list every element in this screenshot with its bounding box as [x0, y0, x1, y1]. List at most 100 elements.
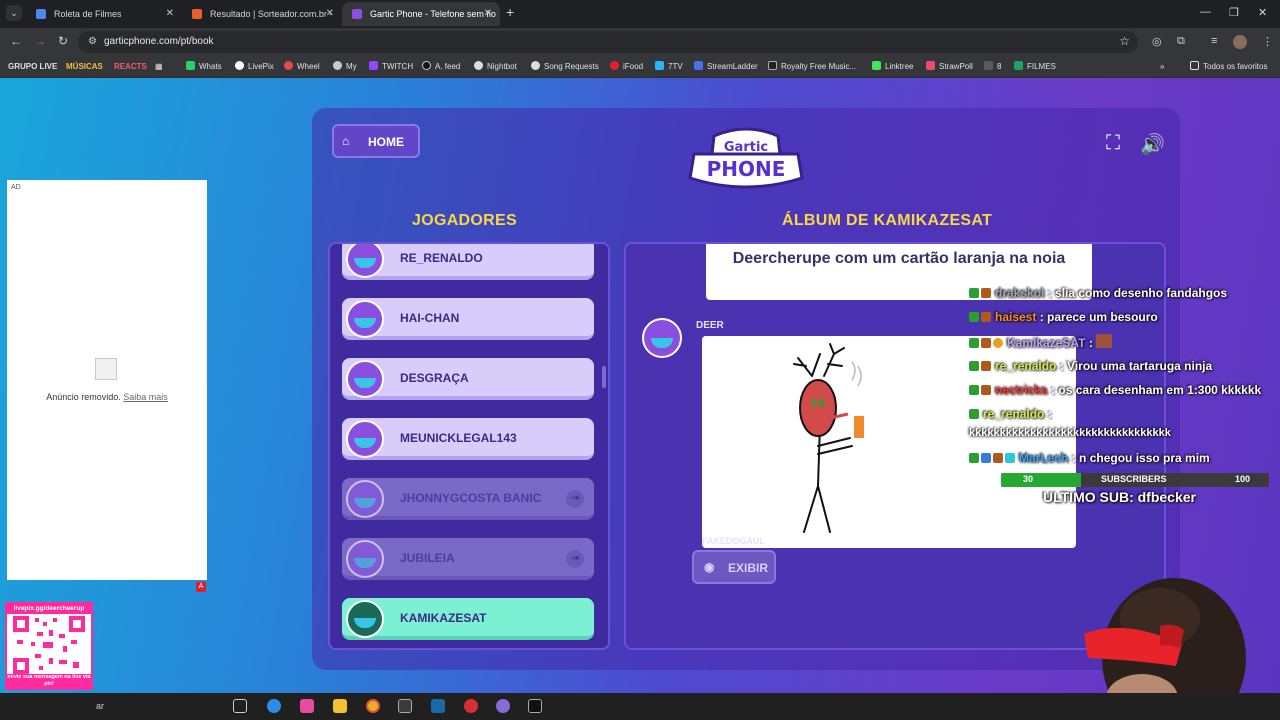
steam-icon[interactable]: [431, 699, 445, 713]
recording-app-icon[interactable]: [464, 699, 478, 713]
bookmark-ifood[interactable]: iFood: [610, 56, 643, 78]
back-icon[interactable]: ←: [10, 34, 22, 48]
home-icon: ⌂: [342, 134, 350, 148]
profile-avatar[interactable]: [1233, 35, 1247, 49]
extensions-puzzle-icon[interactable]: ⧉: [1177, 35, 1185, 48]
bookmark-musicas[interactable]: MÚSICAS: [66, 56, 103, 78]
bookmark-label: StrawPoll: [939, 62, 973, 71]
minimize-icon[interactable]: —: [1200, 6, 1211, 18]
reload-icon[interactable]: ↻: [58, 34, 68, 48]
bookmark-label: TWITCH: [382, 62, 414, 71]
players-scrollbar[interactable]: [602, 366, 606, 388]
chat-user: haisest: [995, 310, 1037, 324]
bookmark-afeed[interactable]: A. feed: [422, 56, 460, 78]
bookmark-twitch[interactable]: TWITCH: [369, 56, 413, 78]
chat-user: MarLech: [1019, 451, 1069, 465]
player-item-current[interactable]: KAMIKAZESAT: [342, 598, 594, 640]
player-name: HAI-CHAN: [400, 311, 460, 325]
player-avatar: [346, 420, 384, 458]
terminal-icon[interactable]: [528, 699, 542, 713]
bookmark-filmes[interactable]: FILMES: [1014, 56, 1056, 78]
close-window-icon[interactable]: ✕: [1258, 6, 1267, 19]
player-item[interactable]: JHONNYGCOSTA BANIC ⇥: [342, 478, 594, 520]
subscriber-badge-icon: [969, 288, 979, 298]
bookmark-nightbot[interactable]: Nightbot: [474, 56, 517, 78]
qr-url: livepix.gg/deercheerup: [7, 604, 91, 614]
bookmark-7tv[interactable]: 7TV: [655, 56, 683, 78]
ifood-icon: [610, 61, 619, 70]
apps-grid-icon[interactable]: ▦: [155, 56, 163, 78]
taskbar-search[interactable]: ar: [96, 698, 216, 715]
tab-roleta[interactable]: Roleta de Filmes ✕: [26, 2, 182, 26]
reading-list-icon[interactable]: ≡: [1211, 35, 1217, 47]
player-name: DESGRAÇA: [400, 371, 469, 385]
bookmark-star-icon[interactable]: ☆: [1119, 34, 1130, 48]
player-item[interactable]: HAI-CHAN: [342, 298, 594, 340]
bookmark-8[interactable]: 8: [984, 56, 1001, 78]
exit-icon: ⇥: [566, 550, 584, 568]
home-button[interactable]: ⌂ HOME: [332, 124, 420, 158]
close-tab-icon[interactable]: ✕: [484, 2, 492, 26]
restore-icon[interactable]: ❐: [1229, 6, 1239, 19]
bookmark-linktree[interactable]: Linktree: [872, 56, 913, 78]
edge-icon[interactable]: [267, 699, 281, 713]
subscriber-badge-icon: [969, 338, 979, 348]
close-tab-icon[interactable]: ✕: [166, 2, 174, 26]
chat-message: MarLech : n chegou isso pra mim: [969, 451, 1210, 465]
subscriber-goal-bar: 30 SUBSCRIBERS 100: [1001, 473, 1269, 487]
task-view-icon[interactable]: [233, 699, 247, 713]
bookmark-livepix[interactable]: LivePix: [235, 56, 274, 78]
show-button[interactable]: ◉ EXIBIR: [692, 550, 776, 584]
tab-search-icon[interactable]: ⌄: [6, 5, 22, 21]
strawpoll-icon: [926, 61, 935, 70]
fullscreen-icon[interactable]: ⛶: [1106, 132, 1120, 155]
subscriber-goal-fill: [1001, 473, 1082, 487]
forward-icon[interactable]: →: [34, 34, 46, 48]
player-item[interactable]: DESGRAÇA: [342, 358, 594, 400]
tab-gartic[interactable]: Gartic Phone - Telefone sem fio ✕: [342, 2, 500, 26]
bookmark-reacts[interactable]: REACTS: [114, 56, 147, 78]
bookmark-whats[interactable]: Whats: [186, 56, 222, 78]
player-item[interactable]: MEUNICKLEGAL143: [342, 418, 594, 460]
bookmark-wheel[interactable]: Wheel: [284, 56, 320, 78]
player-item[interactable]: JUBILEIA ⇥: [342, 538, 594, 580]
more-bookmarks-icon[interactable]: »: [1160, 56, 1164, 78]
chrome-icon[interactable]: [366, 699, 380, 713]
bookmark-grupo-live[interactable]: GRUPO LIVE: [8, 56, 57, 78]
bookmark-streamladder[interactable]: StreamLadder: [694, 56, 758, 78]
adchoices-icon[interactable]: A: [196, 582, 206, 592]
chat-user: re_renaldo: [983, 407, 1045, 421]
file-explorer-icon[interactable]: [333, 699, 347, 713]
bookmark-label: 8: [997, 62, 1002, 71]
bookmark-my[interactable]: My: [333, 56, 357, 78]
site-info-icon[interactable]: ⚙: [88, 36, 97, 47]
player-item[interactable]: RE_RENALDO: [342, 244, 594, 280]
bookmark-label: Nightbot: [487, 62, 517, 71]
chat-text: : Virou uma tartaruga ninja: [1059, 359, 1213, 373]
home-label: HOME: [368, 135, 404, 149]
chrome-menu-icon[interactable]: ⋮: [1262, 35, 1273, 48]
close-tab-icon[interactable]: ✕: [326, 2, 334, 26]
obs-icon[interactable]: [398, 699, 412, 713]
tab-sorteador[interactable]: Resultado | Sorteador.com.br - ✕: [182, 2, 342, 26]
player-avatar: [346, 480, 384, 518]
bookmark-strawpoll[interactable]: StrawPoll: [926, 56, 973, 78]
ad-removed-message: Anúncio removido. Saiba mais: [7, 392, 207, 402]
player-name: KAMIKAZESAT: [400, 611, 487, 625]
players-list[interactable]: RE_RENALDO HAI-CHAN DESGRAÇA MEUNICKLEGA…: [328, 242, 610, 650]
bookmark-royalty-free[interactable]: Royalty Free Music...: [768, 56, 856, 78]
bookmark-label: Song Requests: [544, 62, 599, 71]
twitch-icon: [369, 61, 378, 70]
streamlabs-icon[interactable]: [496, 699, 510, 713]
url-field[interactable]: ⚙ garticphone.com/pt/book ☆: [78, 31, 1138, 53]
ad-learn-more-link[interactable]: Saiba mais: [123, 392, 168, 402]
new-tab-icon[interactable]: +: [506, 4, 514, 20]
emote-badge-icon: [981, 338, 991, 348]
chat-user: drakskol: [995, 286, 1045, 300]
bookmark-song-requests[interactable]: Song Requests: [531, 56, 599, 78]
copilot-icon[interactable]: [300, 699, 314, 713]
volume-icon[interactable]: 🔊: [1140, 132, 1165, 157]
extension-icon[interactable]: ◎: [1152, 35, 1162, 48]
all-favorites[interactable]: Todos os favoritos: [1190, 56, 1267, 78]
ad-removed-text: Anúncio removido.: [46, 392, 121, 402]
